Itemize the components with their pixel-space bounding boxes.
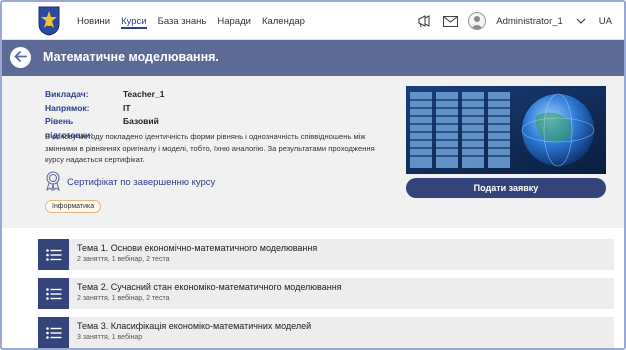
topic-item[interactable]: Тема 2. Сучасний стан економіко-математи… xyxy=(38,278,614,309)
teacher-row: Викладач: Teacher_1 xyxy=(45,88,164,102)
direction-label: Напрямок: xyxy=(45,102,90,113)
list-icon xyxy=(38,317,69,348)
teacher-label: Викладач: xyxy=(45,89,89,99)
direction-value: IT xyxy=(123,102,131,113)
main-nav: Новини Курси База знань Наради Календар xyxy=(77,2,305,40)
topic-summary: 2 заняття, 1 вебінар, 2 теста xyxy=(77,256,170,263)
chevron-down-icon[interactable] xyxy=(573,13,589,29)
user-avatar-icon[interactable] xyxy=(468,12,487,30)
megaphone-icon[interactable] xyxy=(416,13,432,29)
topic-title: Тема 1. Основи економічно-математичного … xyxy=(77,243,318,253)
topic-title: Тема 2. Сучасний стан економіко-математи… xyxy=(77,282,342,292)
envelope-icon[interactable] xyxy=(442,13,458,29)
direction-row: Напрямок: IT xyxy=(45,102,164,116)
course-info: Викладач: Teacher_1 Напрямок: IT Рівень … xyxy=(2,76,624,228)
back-button[interactable] xyxy=(10,47,31,68)
teacher-value: Teacher_1 xyxy=(123,89,165,99)
course-header: Математичне моделювання. xyxy=(2,40,624,76)
topic-item[interactable]: Тема 3. Класифікація економіко-математич… xyxy=(38,317,614,348)
top-navbar: Новини Курси База знань Наради Календар … xyxy=(2,2,624,40)
apply-button[interactable]: Подати заявку xyxy=(406,178,606,198)
app-window: Новини Курси База знань Наради Календар … xyxy=(0,0,626,350)
certificate-badge-icon xyxy=(45,171,61,194)
topic-summary: 3 заняття, 1 вебінар xyxy=(77,334,143,341)
user-name[interactable]: Administrator_1 xyxy=(496,16,563,27)
nav-knowledge-base[interactable]: База знань xyxy=(158,2,207,40)
course-image xyxy=(406,86,606,174)
list-icon xyxy=(38,239,69,270)
topics-list: Тема 1. Основи економічно-математичного … xyxy=(38,239,614,348)
topic-item[interactable]: Тема 1. Основи економічно-математичного … xyxy=(38,239,614,270)
nav-calendar[interactable]: Календар xyxy=(262,2,305,40)
course-description: В основу методу покладено ідентичність ф… xyxy=(45,132,375,164)
arrow-left-icon xyxy=(14,49,27,67)
header-tools: Administrator_1 UA xyxy=(416,2,612,40)
language-switcher[interactable]: UA xyxy=(599,16,612,27)
topic-title: Тема 3. Класифікація економіко-математич… xyxy=(77,321,312,331)
certificate-info: Сертифікат по завершенню курсу xyxy=(45,171,215,194)
kyiv-coat-of-arms-icon[interactable] xyxy=(38,6,60,36)
list-icon xyxy=(38,278,69,309)
nav-meetings[interactable]: Наради xyxy=(217,2,251,40)
nav-news[interactable]: Новини xyxy=(77,2,110,40)
topic-summary: 2 заняття, 1 вебінар, 2 теста xyxy=(77,295,170,302)
nav-courses[interactable]: Курси xyxy=(121,2,147,40)
page-title: Математичне моделювання. xyxy=(43,50,219,64)
category-tag[interactable]: Інформатика xyxy=(45,200,102,213)
certificate-text: Сертифікат по завершенню курсу xyxy=(67,177,216,188)
